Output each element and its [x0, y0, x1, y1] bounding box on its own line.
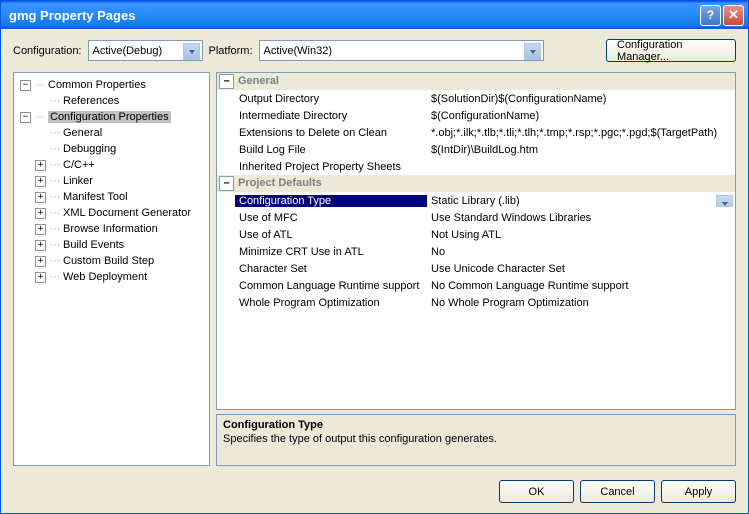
minus-icon[interactable]: − — [20, 112, 31, 123]
property-row[interactable]: Character SetUse Unicode Character Set — [217, 260, 735, 277]
window-title: gmg Property Pages — [5, 8, 698, 23]
plus-icon[interactable]: + — [35, 160, 46, 171]
property-value[interactable]: $(ConfigurationName) — [427, 110, 735, 122]
property-name: Inherited Project Property Sheets — [217, 161, 427, 173]
plus-icon[interactable]: + — [35, 272, 46, 283]
property-value[interactable]: $(IntDir)\BuildLog.htm — [427, 144, 735, 156]
tree-common-properties[interactable]: −⋯Common Properties — [16, 77, 207, 93]
property-row[interactable]: Inherited Project Property Sheets — [217, 158, 735, 175]
description-title: Configuration Type — [223, 419, 729, 431]
nav-tree[interactable]: −⋯Common Properties ⋯References −⋯Config… — [13, 72, 210, 466]
configuration-combo[interactable]: Active(Debug) — [88, 40, 203, 61]
ok-button[interactable]: OK — [499, 480, 574, 503]
property-row[interactable]: Common Language Runtime supportNo Common… — [217, 277, 735, 294]
property-value[interactable]: No — [427, 246, 735, 258]
apply-button[interactable]: Apply — [661, 480, 736, 503]
property-value[interactable]: Static Library (.lib) — [427, 195, 735, 207]
property-value[interactable]: $(SolutionDir)$(ConfigurationName) — [427, 93, 735, 105]
property-row[interactable]: Minimize CRT Use in ATLNo — [217, 243, 735, 260]
titlebar[interactable]: gmg Property Pages ? ✕ — [1, 1, 748, 29]
property-name: Use of ATL — [217, 229, 427, 241]
property-name: Output Directory — [217, 93, 427, 105]
main-area: −⋯Common Properties ⋯References −⋯Config… — [1, 72, 748, 472]
property-pages-window: gmg Property Pages ? ✕ Configuration: Ac… — [0, 0, 749, 514]
property-name: Whole Program Optimization — [217, 297, 427, 309]
tree-configuration-properties[interactable]: −⋯Configuration Properties — [16, 109, 207, 125]
property-name: Extensions to Delete on Clean — [217, 127, 427, 139]
platform-combo[interactable]: Active(Win32) — [259, 40, 544, 61]
property-value[interactable]: Use Unicode Character Set — [427, 263, 735, 275]
tree-web-deployment[interactable]: +⋯Web Deployment — [16, 269, 207, 285]
plus-icon[interactable]: + — [35, 176, 46, 187]
property-grid[interactable]: −General Output Directory$(SolutionDir)$… — [216, 72, 736, 410]
property-name: Intermediate Directory — [217, 110, 427, 122]
property-row[interactable]: Output Directory$(SolutionDir)$(Configur… — [217, 90, 735, 107]
property-value[interactable]: No Common Language Runtime support — [427, 280, 735, 292]
property-name: Use of MFC — [217, 212, 427, 224]
property-name: Configuration Type — [235, 195, 427, 207]
configuration-manager-button[interactable]: Configuration Manager... — [606, 39, 736, 62]
tree-cpp[interactable]: +⋯C/C++ — [16, 157, 207, 173]
property-row[interactable]: Use of ATLNot Using ATL — [217, 226, 735, 243]
close-icon[interactable]: ✕ — [723, 5, 744, 26]
property-value[interactable]: Not Using ATL — [427, 229, 735, 241]
plus-icon[interactable]: + — [35, 192, 46, 203]
property-row[interactable]: Extensions to Delete on Clean*.obj;*.ilk… — [217, 124, 735, 141]
tree-manifest-tool[interactable]: +⋯Manifest Tool — [16, 189, 207, 205]
category-general[interactable]: −General — [217, 73, 735, 90]
property-value[interactable]: *.obj;*.ilk;*.tlb;*.tli;*.tlh;*.tmp;*.rs… — [427, 127, 735, 139]
property-row[interactable]: Build Log File$(IntDir)\BuildLog.htm — [217, 141, 735, 158]
property-name: Character Set — [217, 263, 427, 275]
configuration-label: Configuration: — [13, 45, 82, 57]
tree-custom-build-step[interactable]: +⋯Custom Build Step — [16, 253, 207, 269]
tree-general[interactable]: ⋯General — [16, 125, 207, 141]
tree-references[interactable]: ⋯References — [16, 93, 207, 109]
description-panel: Configuration Type Specifies the type of… — [216, 414, 736, 466]
cancel-button[interactable]: Cancel — [580, 480, 655, 503]
property-name: Minimize CRT Use in ATL — [217, 246, 427, 258]
tree-debugging[interactable]: ⋯Debugging — [16, 141, 207, 157]
right-panel: −General Output Directory$(SolutionDir)$… — [216, 72, 736, 466]
description-text: Specifies the type of output this config… — [223, 433, 729, 445]
property-value[interactable]: No Whole Program Optimization — [427, 297, 735, 309]
property-name: Common Language Runtime support — [217, 280, 427, 292]
plus-icon[interactable]: + — [35, 240, 46, 251]
tree-linker[interactable]: +⋯Linker — [16, 173, 207, 189]
tree-xml-generator[interactable]: +⋯XML Document Generator — [16, 205, 207, 221]
tree-build-events[interactable]: +⋯Build Events — [16, 237, 207, 253]
dialog-footer: OK Cancel Apply — [1, 472, 748, 513]
property-row[interactable]: Whole Program OptimizationNo Whole Progr… — [217, 294, 735, 311]
plus-icon[interactable]: + — [35, 208, 46, 219]
minus-icon[interactable]: − — [219, 74, 234, 89]
minus-icon[interactable]: − — [219, 176, 234, 191]
platform-label: Platform: — [209, 45, 253, 57]
property-row[interactable]: Intermediate Directory$(ConfigurationNam… — [217, 107, 735, 124]
minus-icon[interactable]: − — [20, 80, 31, 91]
property-value[interactable]: Use Standard Windows Libraries — [427, 212, 735, 224]
plus-icon[interactable]: + — [35, 256, 46, 267]
plus-icon[interactable]: + — [35, 224, 46, 235]
property-row[interactable]: Configuration TypeStatic Library (.lib) — [217, 192, 735, 209]
property-row[interactable]: Use of MFCUse Standard Windows Libraries — [217, 209, 735, 226]
category-project-defaults[interactable]: −Project Defaults — [217, 175, 735, 192]
config-toolbar: Configuration: Active(Debug) Platform: A… — [1, 29, 748, 72]
tree-browse-info[interactable]: +⋯Browse Information — [16, 221, 207, 237]
help-icon[interactable]: ? — [700, 5, 721, 26]
property-name: Build Log File — [217, 144, 427, 156]
